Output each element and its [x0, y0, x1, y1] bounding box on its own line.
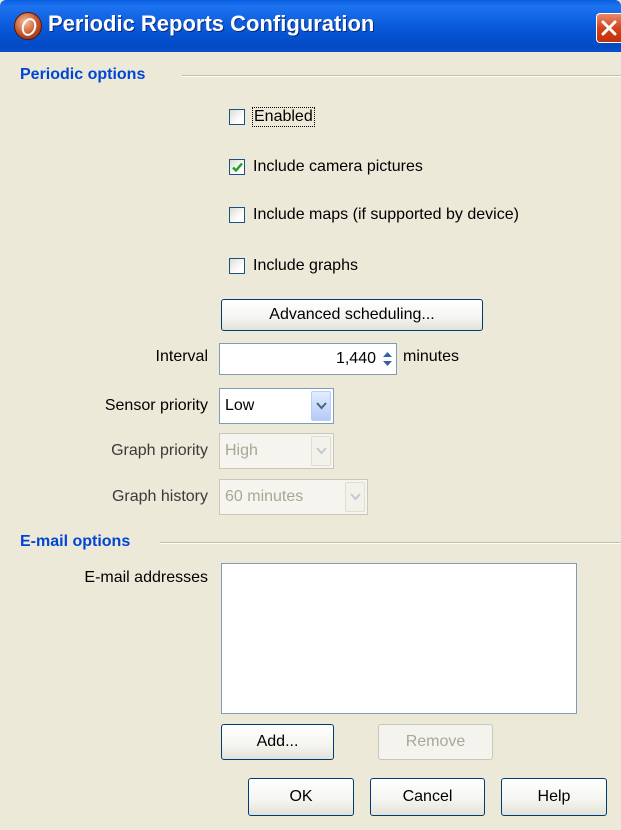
- graph-history-dropdown-button: [345, 482, 365, 512]
- interval-spinner[interactable]: 1,440: [219, 343, 397, 375]
- graphs-row[interactable]: Include graphs: [229, 254, 358, 278]
- sensor-priority-label: Sensor priority: [104, 397, 208, 414]
- title-bar[interactable]: Periodic Reports Configuration: [0, 0, 621, 52]
- app-logo-icon: [14, 12, 42, 40]
- sensor-priority-value[interactable]: Low: [220, 397, 311, 415]
- ok-button[interactable]: OK: [248, 778, 354, 816]
- enabled-checkbox[interactable]: [229, 109, 245, 125]
- advanced-scheduling-button[interactable]: Advanced scheduling...: [221, 299, 483, 331]
- enabled-label[interactable]: Enabled: [252, 107, 315, 127]
- periodic-options-divider: [182, 75, 621, 77]
- maps-label[interactable]: Include maps (if supported by device): [253, 206, 519, 224]
- graph-priority-label: Graph priority: [111, 442, 208, 459]
- help-button[interactable]: Help: [501, 778, 607, 816]
- email-addresses-list[interactable]: [221, 563, 577, 714]
- remove-email-button: Remove: [378, 724, 493, 760]
- chevron-down-icon: [316, 447, 327, 455]
- graphs-label[interactable]: Include graphs: [253, 257, 358, 275]
- cancel-button[interactable]: Cancel: [370, 778, 485, 816]
- graph-priority-select: High: [219, 433, 334, 469]
- sensor-priority-select[interactable]: Low: [219, 388, 334, 424]
- graph-priority-value: High: [225, 442, 258, 459]
- chevron-down-icon: [316, 402, 327, 410]
- maps-checkbox[interactable]: [229, 207, 245, 223]
- graph-history-label: Graph history: [111, 488, 208, 505]
- email-options-title: E-mail options: [20, 533, 131, 550]
- graph-history-value: 60 minutes: [225, 488, 304, 505]
- periodic-options-title: Periodic options: [20, 66, 146, 83]
- camera-row[interactable]: Include camera pictures: [229, 155, 423, 179]
- graphs-checkbox[interactable]: [229, 258, 245, 274]
- camera-checkbox[interactable]: [229, 159, 245, 175]
- add-email-button[interactable]: Add...: [221, 724, 334, 760]
- email-addresses-label: E-mail addresses: [84, 569, 208, 586]
- camera-label[interactable]: Include camera pictures: [253, 158, 423, 176]
- email-options-divider: [160, 542, 621, 544]
- window-title: Periodic Reports Configuration: [48, 11, 375, 36]
- spinner-arrows-icon[interactable]: [379, 344, 396, 374]
- graph-history-select: 60 minutes: [219, 479, 368, 515]
- maps-row[interactable]: Include maps (if supported by device): [229, 203, 519, 227]
- close-button[interactable]: [596, 13, 621, 43]
- sensor-priority-dropdown-button[interactable]: [311, 391, 331, 421]
- check-mark-icon: [232, 162, 243, 173]
- enabled-row[interactable]: Enabled: [229, 105, 315, 129]
- chevron-down-icon: [350, 493, 361, 501]
- dialog-window: Periodic Reports Configuration Periodic …: [0, 0, 621, 830]
- interval-label: Interval: [155, 348, 208, 365]
- interval-value[interactable]: 1,440: [220, 350, 379, 368]
- graph-priority-dropdown-button: [311, 436, 331, 466]
- close-icon: [601, 20, 617, 36]
- interval-unit: minutes: [403, 348, 460, 365]
